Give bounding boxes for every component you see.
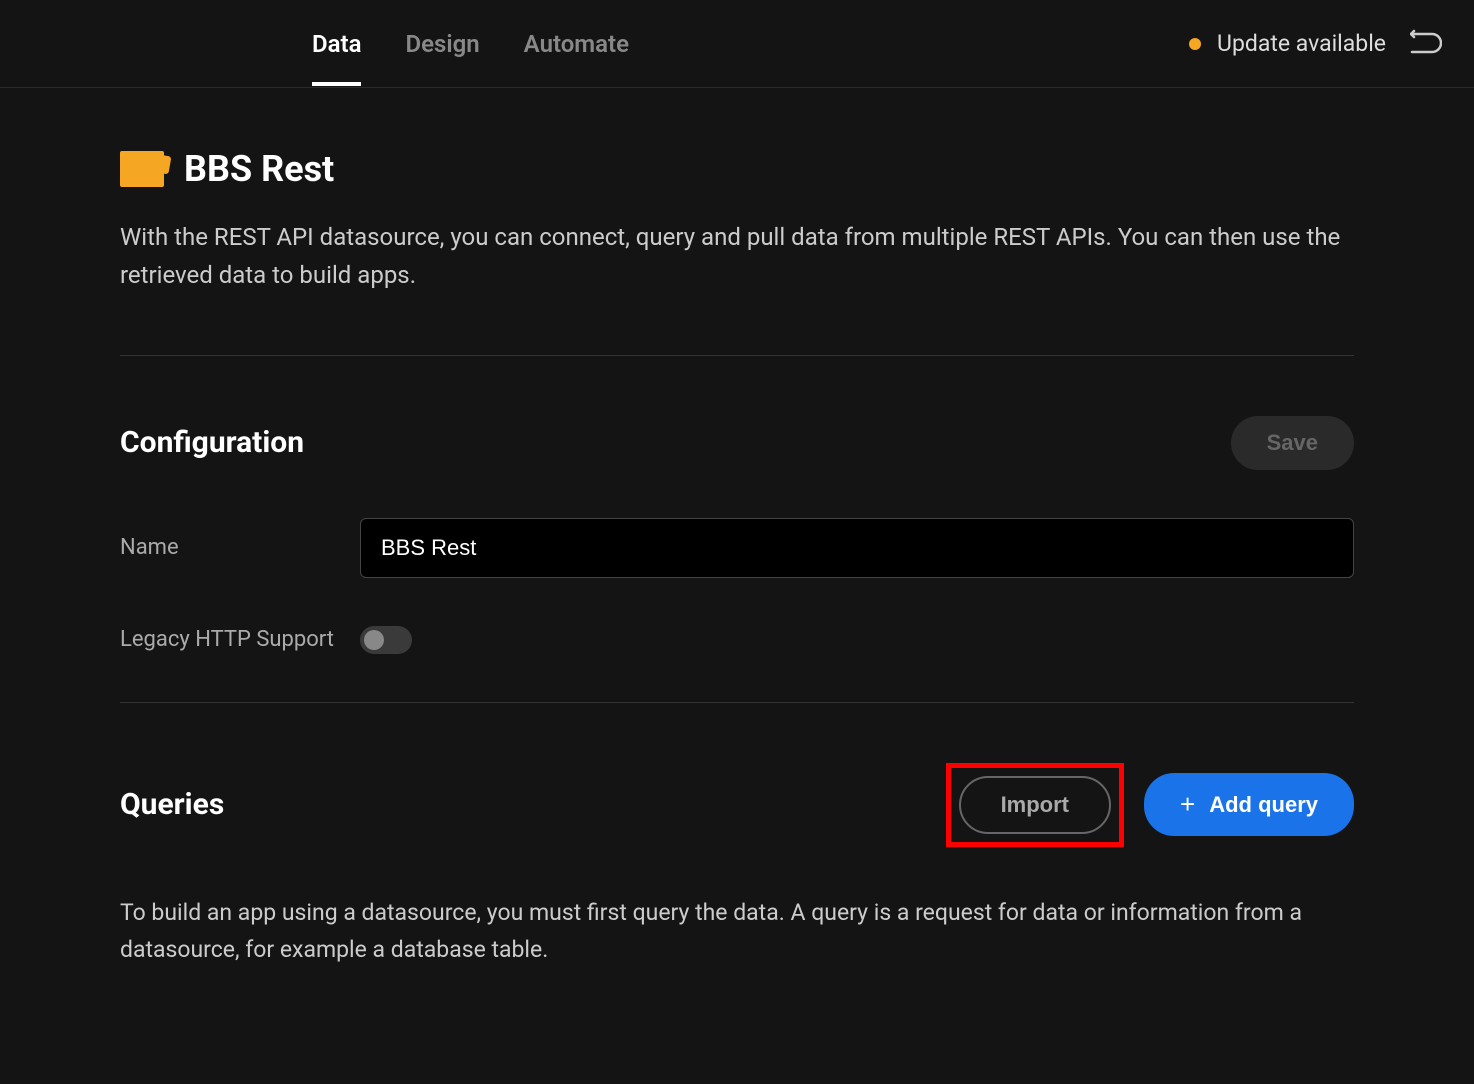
queries-header: Queries Import + Add query bbox=[120, 763, 1354, 847]
name-field-row: Name bbox=[120, 518, 1354, 578]
legacy-http-row: Legacy HTTP Support bbox=[120, 626, 1354, 654]
queries-description: To build an app using a datasource, you … bbox=[120, 895, 1354, 969]
import-button[interactable]: Import bbox=[959, 776, 1111, 834]
add-query-button[interactable]: + Add query bbox=[1144, 773, 1354, 836]
add-query-label: Add query bbox=[1209, 792, 1318, 818]
configuration-header: Configuration Save bbox=[120, 416, 1354, 470]
title-row: BBS Rest bbox=[120, 148, 1354, 190]
tab-design[interactable]: Design bbox=[405, 2, 479, 86]
update-dot-icon bbox=[1189, 38, 1201, 50]
legacy-http-label: Legacy HTTP Support bbox=[120, 627, 360, 652]
content: BBS Rest With the REST API datasource, y… bbox=[0, 88, 1474, 1028]
divider bbox=[120, 355, 1354, 356]
header-right: Update available bbox=[1189, 29, 1442, 59]
datasource-icon bbox=[120, 151, 164, 187]
tab-automate[interactable]: Automate bbox=[524, 2, 629, 86]
undo-icon[interactable] bbox=[1410, 29, 1442, 59]
update-available[interactable]: Update available bbox=[1189, 30, 1386, 57]
queries-buttons: Import + Add query bbox=[946, 763, 1354, 847]
import-highlight: Import bbox=[946, 763, 1124, 847]
page-title: BBS Rest bbox=[184, 148, 334, 190]
tab-data[interactable]: Data bbox=[312, 2, 361, 86]
configuration-title: Configuration bbox=[120, 425, 304, 460]
divider bbox=[120, 702, 1354, 703]
plus-icon: + bbox=[1180, 789, 1195, 820]
page-description: With the REST API datasource, you can co… bbox=[120, 218, 1354, 295]
name-input[interactable] bbox=[360, 518, 1354, 578]
header: Data Design Automate Update available bbox=[0, 0, 1474, 88]
update-label: Update available bbox=[1217, 30, 1386, 57]
legacy-http-toggle[interactable] bbox=[360, 626, 412, 654]
toggle-knob bbox=[364, 630, 384, 650]
queries-title: Queries bbox=[120, 787, 224, 822]
name-label: Name bbox=[120, 535, 360, 560]
tabs: Data Design Automate bbox=[312, 2, 629, 86]
save-button[interactable]: Save bbox=[1231, 416, 1354, 470]
